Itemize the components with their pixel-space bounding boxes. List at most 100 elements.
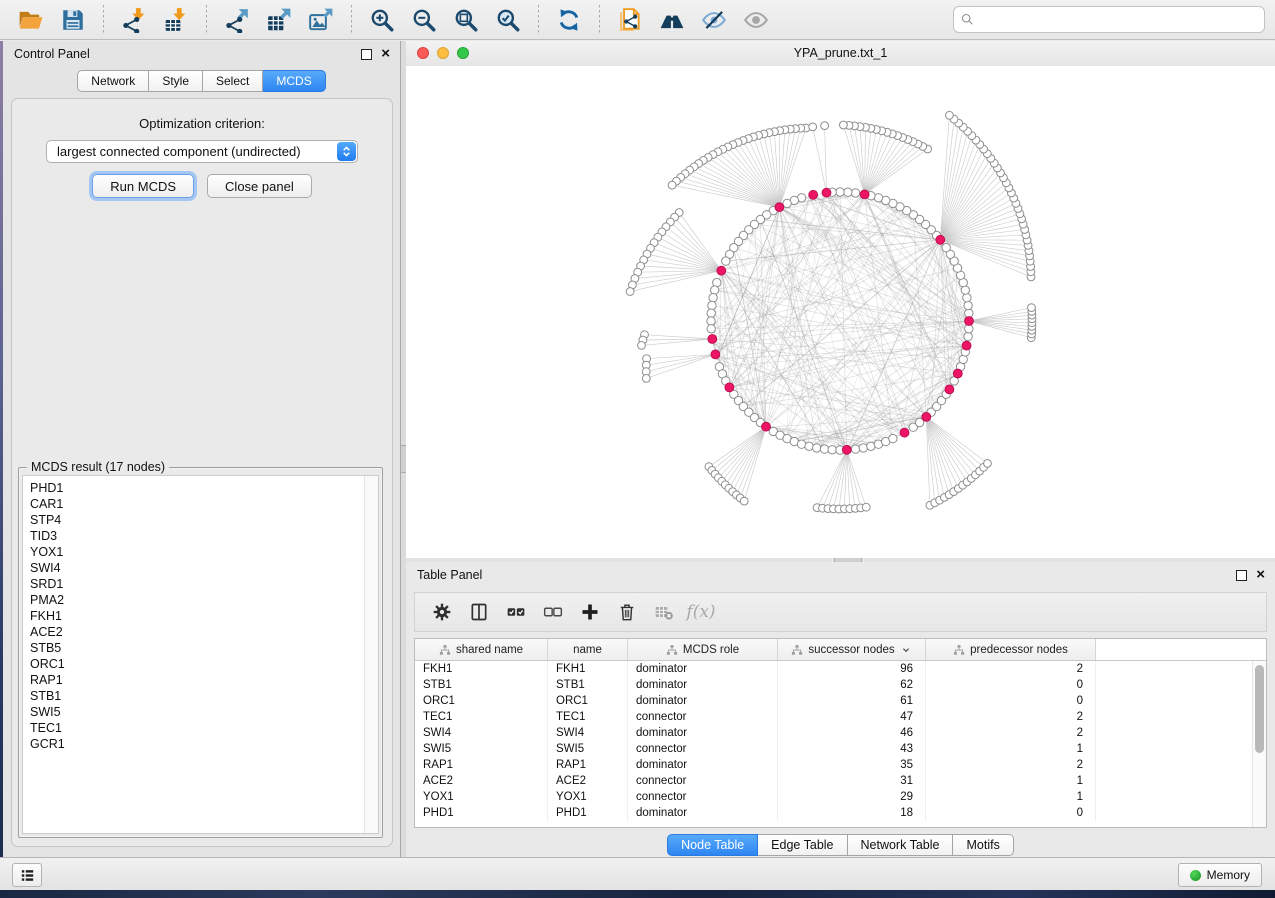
tab-motifs[interactable]: Motifs bbox=[953, 834, 1013, 856]
close-panel-button[interactable]: Close panel bbox=[207, 174, 312, 198]
trash-icon bbox=[617, 602, 637, 622]
toolbar-separator bbox=[351, 5, 352, 35]
float-table-panel-icon[interactable] bbox=[1236, 570, 1247, 581]
table-row[interactable]: SWI5SWI5connector431 bbox=[415, 741, 1252, 757]
hide-selected-button[interactable] bbox=[695, 3, 733, 37]
window-controls bbox=[417, 47, 469, 59]
delete-column-button[interactable] bbox=[612, 597, 642, 627]
export-network-button[interactable] bbox=[218, 3, 256, 37]
mcds-node-item[interactable]: PMA2 bbox=[30, 592, 378, 608]
tab-network-table[interactable]: Network Table bbox=[848, 834, 954, 856]
mcds-node-item[interactable]: TID3 bbox=[30, 528, 378, 544]
cell-successor-nodes: 47 bbox=[778, 709, 926, 725]
panel-menu-button[interactable] bbox=[12, 863, 42, 887]
add-column-button[interactable] bbox=[575, 597, 605, 627]
list-icon bbox=[19, 867, 36, 884]
desktop-wallpaper: Control Panel × NetworkStyleSelectMCDS O… bbox=[0, 0, 1275, 898]
table-row[interactable]: FKH1FKH1dominator962 bbox=[415, 661, 1252, 677]
deselect-all-rows-button[interactable] bbox=[538, 597, 568, 627]
first-neighbors-button[interactable] bbox=[653, 3, 691, 37]
tab-edge-table[interactable]: Edge Table bbox=[758, 834, 847, 856]
table-row[interactable]: RAP1RAP1dominator352 bbox=[415, 757, 1252, 773]
tab-mcds[interactable]: MCDS bbox=[263, 70, 325, 92]
cell-name: SWI4 bbox=[548, 725, 628, 741]
mcds-node-item[interactable]: YOX1 bbox=[30, 544, 378, 560]
mcds-node-item[interactable]: FKH1 bbox=[30, 608, 378, 624]
import-network-button[interactable] bbox=[115, 3, 153, 37]
mcds-node-item[interactable]: STB5 bbox=[30, 640, 378, 656]
mcds-node-item[interactable]: CAR1 bbox=[30, 496, 378, 512]
memory-button[interactable]: Memory bbox=[1178, 863, 1262, 887]
mcds-list-scrollbar[interactable] bbox=[364, 476, 378, 833]
export-image-button[interactable] bbox=[302, 3, 340, 37]
network-canvas[interactable] bbox=[406, 66, 1275, 558]
column-header-predecessor-nodes[interactable]: predecessor nodes bbox=[926, 639, 1096, 660]
table-settings-button[interactable] bbox=[427, 597, 457, 627]
tab-style[interactable]: Style bbox=[149, 70, 203, 92]
select-all-rows-button[interactable] bbox=[501, 597, 531, 627]
hierarchy-icon bbox=[439, 644, 451, 656]
tab-network[interactable]: Network bbox=[77, 70, 149, 92]
tab-node-table[interactable]: Node Table bbox=[667, 834, 758, 856]
mcds-node-item[interactable]: ORC1 bbox=[30, 656, 378, 672]
zoom-selected-button[interactable] bbox=[489, 3, 527, 37]
mcds-node-item[interactable]: STB1 bbox=[30, 688, 378, 704]
binoculars-icon bbox=[659, 7, 685, 33]
table-row[interactable]: PHD1PHD1dominator180 bbox=[415, 805, 1252, 821]
close-window-icon[interactable] bbox=[417, 47, 429, 59]
zoom-out-button[interactable] bbox=[405, 3, 443, 37]
refresh-layout-button[interactable] bbox=[550, 3, 588, 37]
cell-successor-nodes: 43 bbox=[778, 741, 926, 757]
dropdown-stepper-icon bbox=[337, 142, 356, 161]
criterion-dropdown[interactable]: largest connected component (undirected) bbox=[46, 140, 358, 163]
cell-shared-name: YOX1 bbox=[415, 789, 548, 805]
search-input[interactable] bbox=[979, 12, 1258, 28]
close-panel-icon[interactable]: × bbox=[381, 48, 390, 60]
mcds-node-item[interactable]: PHD1 bbox=[30, 480, 378, 496]
table-scrollbar-thumb[interactable] bbox=[1255, 665, 1264, 753]
minimize-window-icon[interactable] bbox=[437, 47, 449, 59]
column-header-successor-nodes[interactable]: successor nodes bbox=[778, 639, 926, 660]
fx-icon: f(x) bbox=[686, 602, 715, 622]
cell-MCDS-role: dominator bbox=[628, 693, 778, 709]
mcds-node-item[interactable]: TEC1 bbox=[30, 720, 378, 736]
column-header-shared-name[interactable]: shared name bbox=[415, 639, 548, 660]
tab-select[interactable]: Select bbox=[203, 70, 263, 92]
close-table-panel-icon[interactable]: × bbox=[1256, 569, 1265, 581]
table-row[interactable]: YOX1YOX1connector291 bbox=[415, 789, 1252, 805]
mcds-node-item[interactable]: SRD1 bbox=[30, 576, 378, 592]
run-mcds-button[interactable]: Run MCDS bbox=[92, 174, 194, 198]
main-toolbar bbox=[0, 0, 1275, 40]
table-row[interactable]: TEC1TEC1connector472 bbox=[415, 709, 1252, 725]
table-scrollbar[interactable] bbox=[1252, 661, 1266, 827]
table-row[interactable]: ORC1ORC1dominator610 bbox=[415, 693, 1252, 709]
zoom-in-button[interactable] bbox=[363, 3, 401, 37]
cell-MCDS-role: dominator bbox=[628, 757, 778, 773]
import-table-button[interactable] bbox=[157, 3, 195, 37]
mcds-node-item[interactable]: SWI4 bbox=[30, 560, 378, 576]
save-session-button[interactable] bbox=[54, 3, 92, 37]
optimization-criterion-label: Optimization criterion: bbox=[12, 116, 392, 131]
column-header-MCDS-role[interactable]: MCDS role bbox=[628, 639, 778, 660]
table-row[interactable]: STB1STB1dominator620 bbox=[415, 677, 1252, 693]
mcds-result-list[interactable]: PHD1CAR1STP4TID3YOX1SWI4SRD1PMA2FKH1ACE2… bbox=[22, 475, 379, 834]
table-row[interactable]: ACE2ACE2connector311 bbox=[415, 773, 1252, 789]
maximize-window-icon[interactable] bbox=[457, 47, 469, 59]
mcds-node-item[interactable]: STP4 bbox=[30, 512, 378, 528]
network-from-file-button[interactable] bbox=[611, 3, 649, 37]
show-columns-button[interactable] bbox=[464, 597, 494, 627]
mcds-node-item[interactable]: GCR1 bbox=[30, 736, 378, 752]
float-panel-icon[interactable] bbox=[361, 49, 372, 60]
memory-label: Memory bbox=[1207, 868, 1250, 882]
network-file-icon bbox=[617, 7, 643, 33]
table-row[interactable]: SWI4SWI4dominator462 bbox=[415, 725, 1252, 741]
mcds-node-item[interactable]: RAP1 bbox=[30, 672, 378, 688]
column-header-name[interactable]: name bbox=[548, 639, 628, 660]
open-file-button[interactable] bbox=[12, 3, 50, 37]
export-table-button[interactable] bbox=[260, 3, 298, 37]
zoom-fit-button[interactable] bbox=[447, 3, 485, 37]
cell-name: SWI5 bbox=[548, 741, 628, 757]
function-builder-button: f(x) bbox=[686, 597, 716, 627]
mcds-node-item[interactable]: SWI5 bbox=[30, 704, 378, 720]
mcds-node-item[interactable]: ACE2 bbox=[30, 624, 378, 640]
